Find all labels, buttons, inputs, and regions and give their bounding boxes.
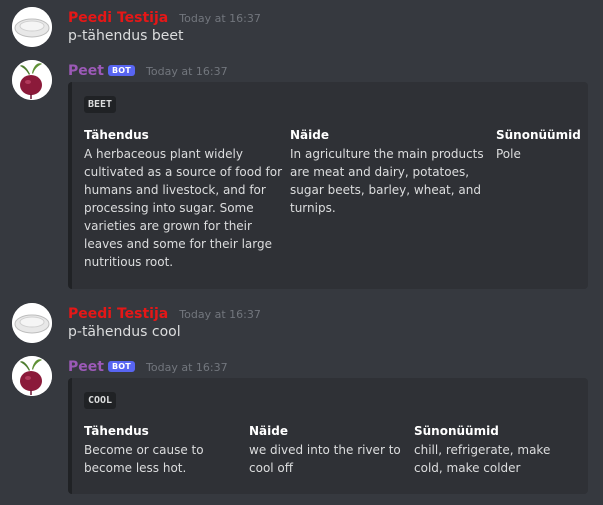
field-name: Näide	[290, 128, 329, 142]
embed: COOL Tähendus Become or cause to become …	[68, 378, 588, 494]
beet-avatar-icon[interactable]	[12, 60, 52, 100]
plate-avatar-icon[interactable]	[12, 303, 52, 343]
timestamp: Today at 16:37	[146, 65, 228, 78]
timestamp: Today at 16:37	[179, 308, 261, 321]
embed-field: Sünonüümid Pole	[496, 128, 586, 163]
plate-avatar-icon[interactable]	[12, 7, 52, 47]
embed-title: COOL	[84, 392, 117, 409]
bot-badge: BOT	[107, 361, 135, 372]
embed-field: Näide In agriculture the main products a…	[290, 128, 490, 217]
embed-field: Sünonüümid chill, refrigerate, make cold…	[414, 424, 579, 477]
timestamp: Today at 16:37	[146, 361, 228, 374]
message-text: p-tähendus beet	[68, 28, 184, 44]
message-text: p-tähendus cool	[68, 324, 181, 340]
beet-avatar-icon[interactable]	[12, 356, 52, 396]
field-name: Sünonüümid	[414, 424, 499, 438]
field-name: Tähendus	[84, 128, 149, 142]
username[interactable]: Peet	[68, 63, 104, 79]
username[interactable]: Peedi Testija	[68, 306, 168, 322]
field-name: Sünonüümid	[496, 128, 581, 142]
field-value: Pole	[496, 147, 521, 161]
embed-field: Tähendus A herbaceous plant widely culti…	[84, 128, 284, 271]
embed-title: BEET	[84, 96, 117, 113]
field-value: Become or cause to become less hot.	[84, 443, 204, 475]
field-value: A herbaceous plant widely cultivated as …	[84, 147, 283, 269]
embed-field: Näide we dived into the river to cool of…	[249, 424, 409, 477]
field-value: In agriculture the main products are mea…	[290, 147, 484, 215]
embed-field: Tähendus Become or cause to become less …	[84, 424, 244, 477]
field-value: chill, refrigerate, make cold, make cold…	[414, 443, 551, 475]
timestamp: Today at 16:37	[179, 12, 261, 25]
field-value: we dived into the river to cool off	[249, 443, 401, 475]
bot-badge: BOT	[107, 65, 135, 76]
embed: BEET Tähendus A herbaceous plant widely …	[68, 82, 588, 289]
username[interactable]: Peet	[68, 359, 104, 375]
field-name: Näide	[249, 424, 288, 438]
username[interactable]: Peedi Testija	[68, 10, 168, 26]
field-name: Tähendus	[84, 424, 149, 438]
